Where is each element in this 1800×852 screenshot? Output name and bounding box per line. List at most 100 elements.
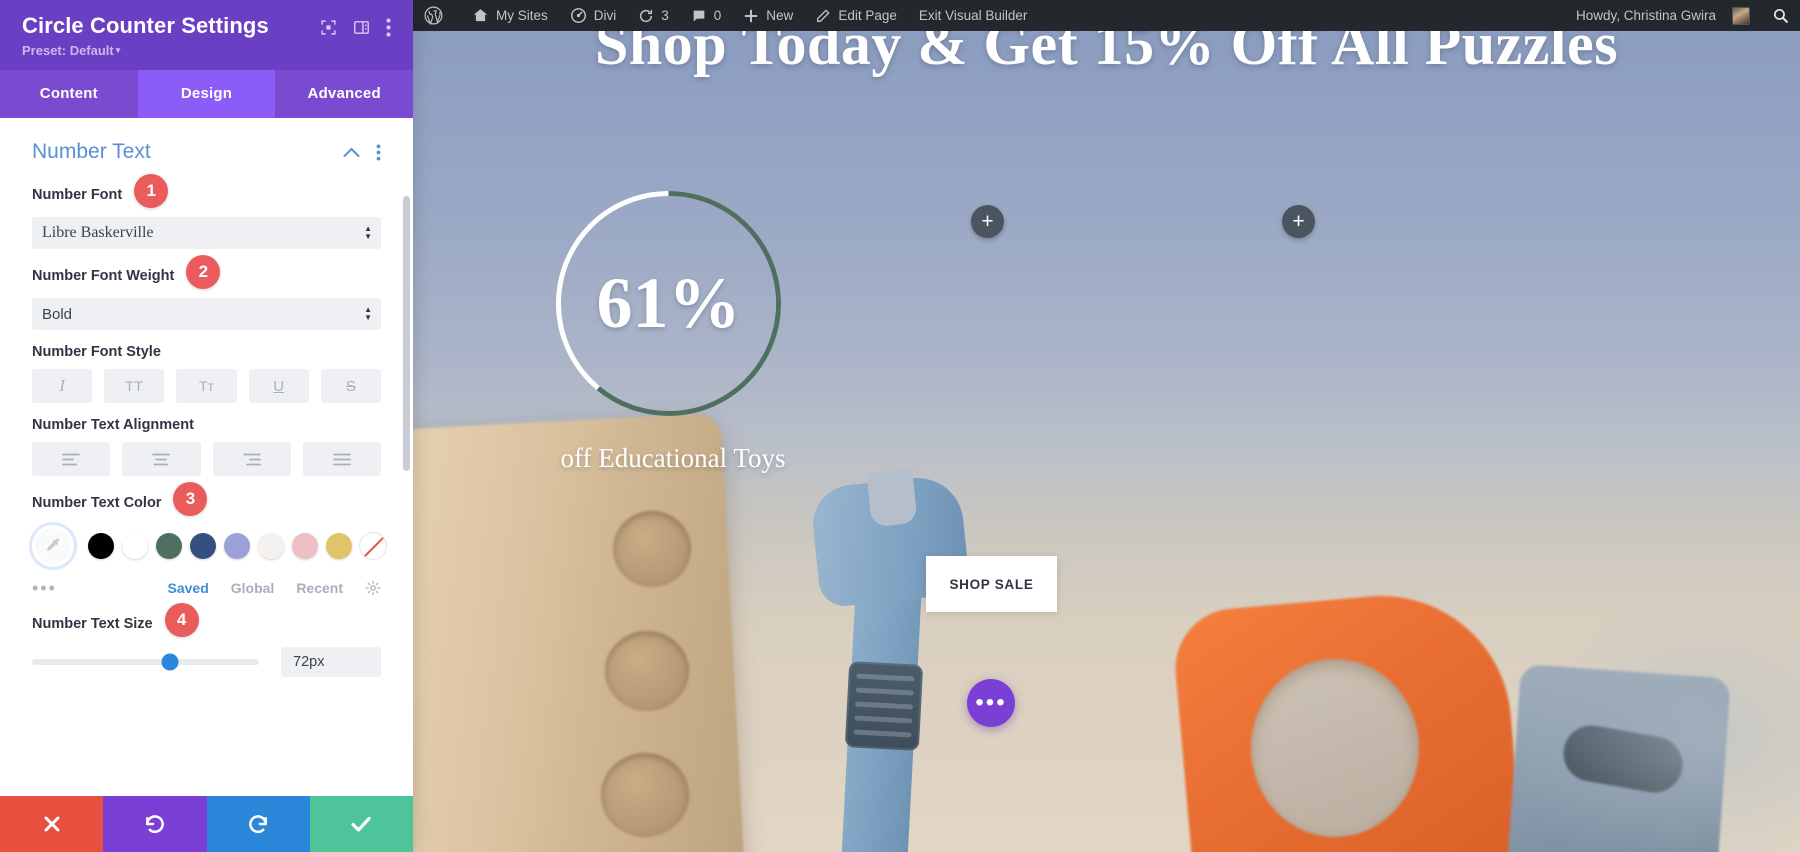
cancel-button[interactable]: [0, 796, 104, 852]
new-label: New: [766, 8, 794, 23]
exit-visual-builder-label: Exit Visual Builder: [918, 8, 1028, 23]
settings-panel-footer: [0, 796, 413, 852]
field-number-font-weight: Number Font Weight 2 Bold ▲ ▼: [32, 249, 381, 331]
align-justify-icon: [332, 453, 351, 466]
circle-counter-number: 61%: [596, 263, 741, 343]
number-text-size-label: Number Text Size: [32, 616, 153, 633]
align-right-button[interactable]: [212, 442, 291, 477]
align-center-icon: [152, 453, 171, 466]
my-sites-menu[interactable]: My Sites: [461, 0, 559, 31]
tab-design[interactable]: Design: [137, 70, 276, 119]
exit-visual-builder-menu[interactable]: Exit Visual Builder: [908, 0, 1039, 31]
comments-menu[interactable]: 0: [680, 0, 733, 31]
more-options-icon[interactable]: [386, 18, 391, 37]
align-right-icon: [242, 453, 261, 466]
italic-button[interactable]: I: [32, 369, 93, 404]
color-tab-recent[interactable]: Recent: [296, 580, 343, 596]
howdy-account-menu[interactable]: Howdy, Christina Gwira: [1565, 0, 1761, 31]
panel-scrollbar[interactable]: [403, 196, 410, 472]
font-style-button-group: I TT Tт U S: [32, 369, 382, 404]
panel-layout-icon[interactable]: [353, 19, 370, 36]
settings-panel-header: Circle Counter Settings Preset: Default …: [0, 0, 413, 71]
circle-counter-module[interactable]: 61%: [551, 186, 786, 421]
field-label: Number Font 1: [32, 174, 381, 209]
my-sites-label: My Sites: [496, 8, 548, 23]
avatar: [1732, 6, 1750, 25]
number-text-size-slider[interactable]: [32, 653, 259, 671]
pencil-icon: [817, 8, 830, 22]
swatch-green[interactable]: [156, 533, 182, 560]
field-number-font: Number Font 1 Libre Baskerville ▲ ▼: [32, 168, 381, 250]
module-settings-panel: Circle Counter Settings Preset: Default …: [0, 0, 413, 852]
divi-menu[interactable]: Divi: [559, 0, 628, 31]
section-more-icon[interactable]: [376, 144, 381, 161]
divi-gauge-icon: [570, 8, 586, 23]
wordpress-logo-menu[interactable]: [413, 0, 461, 31]
number-font-weight-select[interactable]: Bold ▲ ▼: [32, 298, 381, 331]
preset-selector[interactable]: Preset: Default ▾: [22, 43, 120, 58]
search-button[interactable]: [1761, 0, 1800, 31]
swatch-gold[interactable]: [326, 533, 352, 560]
chevron-down-icon: ▾: [115, 45, 121, 56]
step-badge-4: 4: [164, 603, 199, 638]
underline-button[interactable]: U: [248, 369, 309, 404]
color-tab-global[interactable]: Global: [231, 580, 275, 596]
alignment-button-group: [32, 442, 381, 477]
expand-icon[interactable]: [320, 19, 337, 36]
number-font-select[interactable]: Libre Baskerville ▲ ▼: [32, 217, 381, 250]
align-justify-button[interactable]: [302, 442, 381, 477]
swatch-black[interactable]: [88, 533, 114, 560]
redo-button[interactable]: [206, 796, 310, 852]
number-font-value: Libre Baskerville: [42, 224, 154, 242]
shop-sale-button[interactable]: SHOP SALE: [926, 556, 1057, 612]
slider-knob[interactable]: [161, 653, 179, 671]
swatch-navy[interactable]: [190, 533, 216, 560]
number-text-size-value[interactable]: 72px: [281, 647, 381, 678]
tab-advanced[interactable]: Advanced: [275, 70, 413, 118]
uppercase-icon: TT: [125, 378, 144, 395]
wooden-board-shape: [413, 412, 746, 852]
field-number-text-alignment: Number Text Alignment: [32, 403, 381, 477]
strikethrough-button[interactable]: S: [320, 369, 382, 404]
more-swatches-icon[interactable]: •••: [32, 579, 57, 597]
italic-icon: I: [59, 376, 65, 396]
edit-page-menu[interactable]: Edit Page: [804, 0, 908, 31]
save-button[interactable]: [309, 796, 413, 852]
field-label: Number Font Weight 2: [32, 255, 381, 290]
swatch-off-white[interactable]: [258, 533, 284, 560]
color-settings-gear-icon[interactable]: [365, 580, 381, 596]
color-tab-saved[interactable]: Saved: [168, 580, 209, 596]
swatch-pink[interactable]: [292, 533, 318, 560]
wooden-hole-shape: [613, 511, 691, 587]
swatch-no-color[interactable]: [360, 533, 386, 560]
section-title: Number Text: [32, 140, 151, 164]
section-number-text[interactable]: Number Text: [32, 118, 381, 168]
color-picker-button[interactable]: [32, 525, 74, 568]
field-label: Number Text Alignment: [32, 417, 381, 433]
redo-icon: [248, 814, 267, 833]
toy-wrench-shape: [809, 468, 981, 852]
plus-icon: [744, 9, 758, 22]
small-caps-button[interactable]: Tт: [176, 369, 237, 404]
updates-menu[interactable]: 3: [627, 0, 680, 31]
number-text-size-control: 72px: [32, 647, 381, 678]
builder-options-fab[interactable]: •••: [967, 679, 1015, 727]
undo-button[interactable]: [103, 796, 207, 852]
number-font-weight-label: Number Font Weight: [32, 268, 175, 285]
updates-count: 3: [661, 8, 669, 23]
chevron-up-icon[interactable]: [343, 147, 360, 158]
swatch-periwinkle[interactable]: [224, 533, 250, 560]
align-center-button[interactable]: [122, 442, 201, 477]
number-font-label: Number Font: [32, 187, 123, 204]
tab-content[interactable]: Content: [0, 70, 138, 118]
swatch-white[interactable]: [122, 533, 148, 560]
add-module-button[interactable]: +: [971, 205, 1004, 238]
field-number-text-size: Number Text Size 4 72px: [32, 597, 381, 678]
small-caps-icon: Tт: [199, 378, 214, 395]
comment-bubble-icon: [693, 10, 705, 21]
add-module-button[interactable]: +: [1282, 205, 1315, 238]
new-content-menu[interactable]: New: [732, 0, 804, 31]
uppercase-button[interactable]: TT: [104, 369, 165, 404]
panel-header-actions: [320, 14, 391, 37]
align-left-button[interactable]: [32, 442, 111, 477]
